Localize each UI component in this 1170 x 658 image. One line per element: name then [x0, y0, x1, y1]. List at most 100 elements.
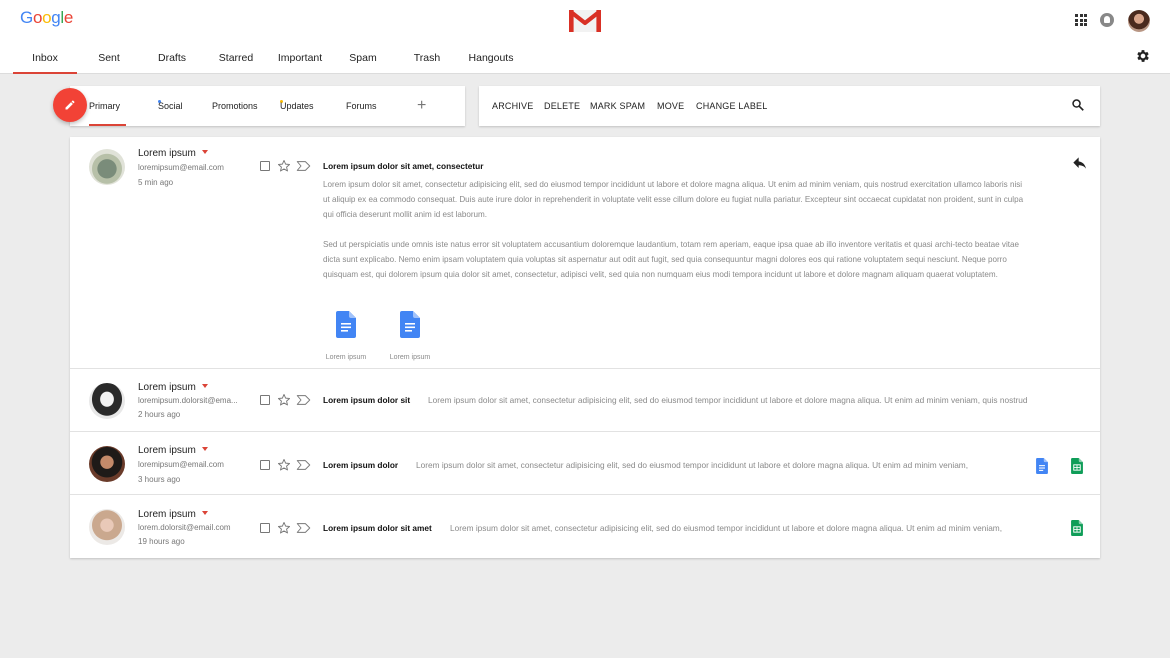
- sender-name[interactable]: Lorem ipsum: [138, 382, 208, 393]
- email-row[interactable]: Lorem ipsum loremipsum.dolorsit@ema... 2…: [70, 369, 1100, 432]
- category-label: Promotions: [212, 101, 258, 111]
- sender-name-text: Lorem ipsum: [138, 382, 196, 393]
- tab-inbox[interactable]: Inbox: [13, 50, 77, 74]
- pencil-icon: [65, 100, 75, 110]
- tab-important[interactable]: Important: [269, 50, 331, 74]
- avatar[interactable]: [89, 149, 125, 185]
- account-avatar[interactable]: [1128, 10, 1150, 32]
- email-row[interactable]: Lorem ipsum loremipsum@email.com 3 hours…: [70, 432, 1100, 495]
- email-body-paragraph: Lorem ipsum dolor sit amet, consectetur …: [323, 180, 1024, 220]
- tab-hangouts[interactable]: Hangouts: [459, 50, 523, 74]
- avatar[interactable]: [89, 509, 125, 545]
- logo-letter: G: [20, 8, 33, 27]
- mark-spam-button[interactable]: MARK SPAM: [590, 86, 645, 126]
- move-button[interactable]: MOVE: [657, 86, 684, 126]
- sender-email: lorem.dolorsit@email.com: [138, 523, 231, 532]
- category-primary[interactable]: Primary: [89, 86, 126, 126]
- search-icon[interactable]: [1071, 98, 1085, 112]
- category-tabs-card: Primary Social Promotions Updates Forums…: [70, 86, 465, 126]
- logo-letter: o: [42, 8, 52, 27]
- sender-email: loremipsum@email.com: [138, 163, 224, 172]
- star-icon[interactable]: [277, 159, 291, 173]
- email-subject: Lorem ipsum dolor sit amet, consectetur: [323, 161, 484, 171]
- important-marker-icon[interactable]: [296, 522, 311, 534]
- sender-name[interactable]: Lorem ipsum: [138, 509, 208, 520]
- apps-icon[interactable]: [1075, 14, 1087, 26]
- sender-name[interactable]: Lorem ipsum: [138, 148, 208, 159]
- compose-button[interactable]: [53, 88, 87, 122]
- email-subject: Lorem ipsum dolor sit: [323, 395, 411, 405]
- important-marker-icon[interactable]: [296, 160, 311, 172]
- docs-icon: [336, 311, 356, 338]
- email-time: 5 min ago: [138, 178, 174, 187]
- email-list: Lorem ipsum loremipsum@email.com 5 min a…: [70, 137, 1100, 558]
- important-marker-icon[interactable]: [296, 459, 311, 471]
- star-icon[interactable]: [277, 458, 291, 472]
- avatar[interactable]: [89, 383, 125, 419]
- important-marker-icon[interactable]: [296, 394, 311, 406]
- archive-button[interactable]: ARCHIVE: [492, 86, 533, 126]
- email-time: 3 hours ago: [138, 475, 181, 484]
- attachment-label: Lorem ipsum: [389, 354, 431, 361]
- gmail-icon[interactable]: [569, 9, 601, 33]
- category-label: Forums: [346, 101, 377, 111]
- add-category-button[interactable]: +: [417, 98, 426, 114]
- sender-email: loremipsum@email.com: [138, 460, 224, 469]
- select-checkbox[interactable]: [260, 523, 270, 533]
- tab-spam[interactable]: Spam: [331, 50, 395, 74]
- select-checkbox[interactable]: [260, 395, 270, 405]
- attachment-label: Lorem ipsum: [325, 354, 367, 361]
- chevron-down-icon[interactable]: [201, 511, 208, 515]
- star-icon[interactable]: [277, 521, 291, 535]
- category-label: Social: [158, 101, 183, 111]
- email-time: 2 hours ago: [138, 410, 181, 419]
- chevron-down-icon[interactable]: [201, 447, 208, 451]
- select-checkbox[interactable]: [260, 161, 270, 171]
- email-snippet: Lorem ipsum dolor sit amet, consectetur …: [428, 395, 1028, 405]
- docs-icon[interactable]: [1036, 458, 1048, 474]
- tab-drafts[interactable]: Drafts: [141, 50, 203, 74]
- category-label: Primary: [89, 101, 120, 111]
- change-label-button[interactable]: CHANGE LABEL: [696, 86, 767, 126]
- sender-name-text: Lorem ipsum: [138, 509, 196, 520]
- email-body-paragraph: Sed ut perspiciatis unde omnis iste natu…: [323, 240, 1019, 280]
- email-subject: Lorem ipsum dolor: [323, 460, 399, 470]
- notifications-icon[interactable]: [1100, 13, 1114, 27]
- category-label: Updates: [280, 101, 314, 111]
- email-snippet: Lorem ipsum dolor sit amet, consectetur …: [416, 460, 969, 470]
- sender-name-text: Lorem ipsum: [138, 148, 196, 159]
- email-row-expanded[interactable]: Lorem ipsum loremipsum@email.com 5 min a…: [70, 137, 1100, 369]
- actions-toolbar: ARCHIVE DELETE MARK SPAM MOVE CHANGE LAB…: [479, 86, 1100, 126]
- reply-icon[interactable]: [1072, 157, 1088, 171]
- google-logo[interactable]: Google: [20, 8, 73, 28]
- delete-button[interactable]: DELETE: [544, 86, 580, 126]
- logo-letter: o: [32, 8, 43, 27]
- category-promotions[interactable]: Promotions: [212, 86, 258, 126]
- tab-starred[interactable]: Starred: [203, 50, 269, 74]
- sender-name[interactable]: Lorem ipsum: [138, 445, 208, 456]
- tab-trash[interactable]: Trash: [395, 50, 459, 74]
- email-subject: Lorem ipsum dolor sit amet: [323, 523, 432, 533]
- sheets-icon[interactable]: [1071, 520, 1083, 536]
- sender-name-text: Lorem ipsum: [138, 445, 196, 456]
- sheets-icon[interactable]: [1071, 458, 1083, 474]
- mail-folder-tabs: Inbox Sent Drafts Starred Important Spam…: [13, 50, 523, 74]
- email-row[interactable]: Lorem ipsum lorem.dolorsit@email.com 19 …: [70, 495, 1100, 558]
- email-time: 19 hours ago: [138, 537, 185, 546]
- email-snippet: Lorem ipsum dolor sit amet, consectetur …: [450, 523, 1003, 533]
- gear-icon[interactable]: [1135, 48, 1151, 64]
- top-header: Google Inbox Sent Drafts Starred Importa…: [0, 0, 1170, 74]
- category-updates[interactable]: Updates: [280, 86, 314, 126]
- select-checkbox[interactable]: [260, 460, 270, 470]
- category-social[interactable]: Social: [158, 86, 183, 126]
- sender-email: loremipsum.dolorsit@ema...: [138, 396, 238, 405]
- chevron-down-icon[interactable]: [201, 384, 208, 388]
- category-forums[interactable]: Forums: [346, 86, 377, 126]
- avatar[interactable]: [89, 446, 125, 482]
- attachment[interactable]: Lorem ipsum: [385, 311, 435, 361]
- attachment[interactable]: Lorem ipsum: [321, 311, 371, 361]
- chevron-down-icon[interactable]: [201, 150, 208, 154]
- docs-icon: [400, 311, 420, 338]
- tab-sent[interactable]: Sent: [77, 50, 141, 74]
- star-icon[interactable]: [277, 393, 291, 407]
